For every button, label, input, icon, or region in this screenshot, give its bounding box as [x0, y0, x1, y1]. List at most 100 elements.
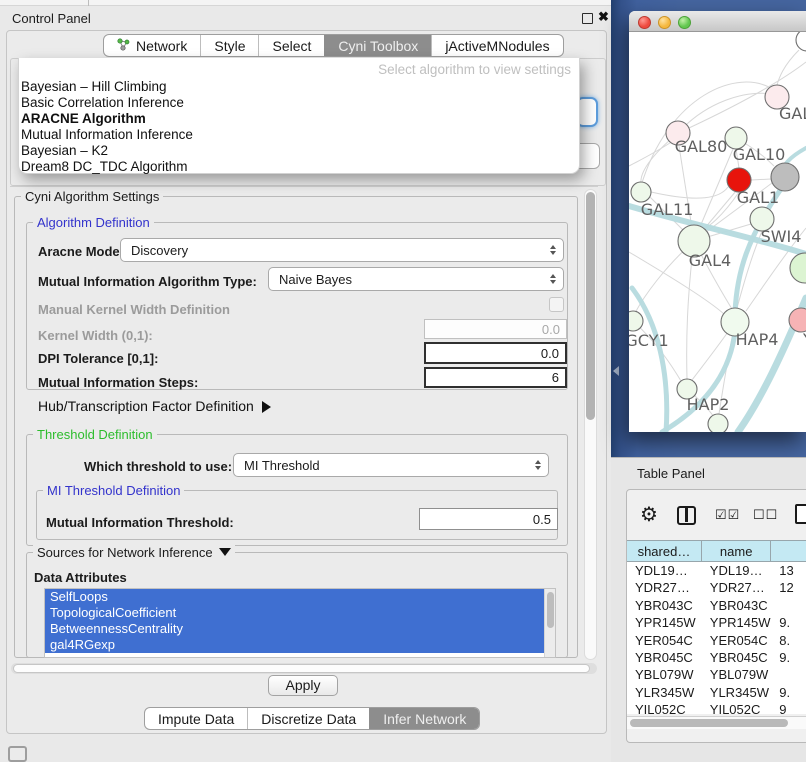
- attribute-list-scrollbar[interactable]: [544, 589, 555, 657]
- tab-discretize-data[interactable]: Discretize Data: [247, 708, 369, 729]
- table-row[interactable]: YPR145WYPR145W9.: [627, 614, 806, 631]
- tab-infer-network[interactable]: Infer Network: [369, 708, 479, 729]
- algorithm-option[interactable]: ARACNE Algorithm: [19, 111, 579, 127]
- manual-kernel-checkbox: [549, 297, 564, 312]
- algorithm-option[interactable]: Mutual Information Inference: [19, 127, 579, 143]
- algorithm-option-list: Bayesian – Hill ClimbingBasic Correlatio…: [19, 79, 579, 175]
- table-cell: YDL19…: [702, 562, 772, 579]
- table-row[interactable]: YIL052CYIL052C9: [627, 701, 806, 714]
- which-threshold-combo[interactable]: MI Threshold: [233, 453, 549, 477]
- table-cell: 9: [771, 701, 806, 714]
- network-node[interactable]: [708, 414, 728, 432]
- splitter-collapse-icon[interactable]: [613, 366, 619, 376]
- kernel-width-value: 0.0: [542, 322, 560, 337]
- app-toolbar-edge: [0, 0, 612, 6]
- mi-threshold-group-title: MI Threshold Definition: [43, 483, 184, 498]
- float-panel-icon[interactable]: [582, 13, 593, 24]
- network-window-titlebar[interactable]: [629, 11, 806, 32]
- scrollbar-thumb[interactable]: [630, 719, 788, 727]
- table-cell: YDR27…: [702, 579, 772, 596]
- network-node[interactable]: [631, 182, 651, 202]
- spinner-arrows-icon: [550, 245, 556, 255]
- tab-style[interactable]: Style: [200, 35, 258, 56]
- tab-jactivemnodules[interactable]: jActiveMNodules: [431, 35, 562, 56]
- table-cell: YLR345W: [702, 684, 772, 701]
- scrollbar-thumb[interactable]: [547, 592, 554, 628]
- attribute-item-selected[interactable]: BetweennessCentrality: [45, 621, 555, 637]
- column-layout-icon[interactable]: [677, 506, 696, 525]
- table-row[interactable]: YBL079WYBL079W: [627, 666, 806, 683]
- sources-title-text: Sources for Network Inference: [37, 545, 213, 560]
- table-cell: 12: [771, 579, 806, 596]
- scrollbar-thumb[interactable]: [586, 192, 595, 420]
- algorithm-option[interactable]: Bayesian – K2: [19, 143, 579, 159]
- table-cell: YPR145W: [627, 614, 702, 631]
- algorithm-dropdown-hint: Select algorithm to view settings: [19, 61, 579, 79]
- algorithm-option[interactable]: Basic Correlation Inference: [19, 95, 579, 111]
- dpi-tolerance-field[interactable]: 0.0: [424, 342, 567, 364]
- table-cell: 9.: [771, 614, 806, 631]
- control-panel-header: Control Panel ✖: [0, 7, 612, 30]
- tab-select[interactable]: Select: [258, 35, 324, 56]
- attribute-item-selected[interactable]: gal4RGexp: [45, 637, 555, 653]
- spinner-arrows-icon: [535, 460, 541, 470]
- mi-threshold-field[interactable]: 0.5: [419, 508, 558, 530]
- tab-label: Cyni Toolbox: [338, 38, 418, 54]
- column-header-shared-name[interactable]: shared…: [627, 541, 702, 561]
- algorithm-option[interactable]: Dream8 DC_TDC Algorithm: [19, 159, 579, 175]
- which-threshold-label: Which threshold to use:: [84, 459, 232, 474]
- algorithm-definition-title: Algorithm Definition: [33, 215, 154, 230]
- deselect-checkboxes-icon[interactable]: ☐☐: [753, 507, 778, 523]
- table-row[interactable]: YDL19…YDL19…13: [627, 562, 806, 579]
- apply-button[interactable]: Apply: [268, 675, 338, 696]
- table-cell: YBR045C: [627, 649, 702, 666]
- mi-type-label: Mutual Information Algorithm Type:: [38, 274, 257, 289]
- table-row[interactable]: YBR043CYBR043C: [627, 597, 806, 614]
- column-header-name[interactable]: name: [702, 541, 772, 561]
- table-cell: YIL052C: [702, 701, 772, 714]
- mi-type-combo[interactable]: Naive Bayes: [268, 267, 564, 291]
- select-all-checkboxes-icon[interactable]: ☑☑: [715, 507, 740, 523]
- table-horizontal-scrollbar[interactable]: [627, 716, 806, 729]
- settings-horizontal-scrollbar[interactable]: [11, 663, 597, 674]
- minimize-window-icon[interactable]: [658, 16, 671, 29]
- aracne-mode-combo[interactable]: Discovery: [120, 238, 564, 262]
- close-window-icon[interactable]: [638, 16, 651, 29]
- table-row[interactable]: YLR345WYLR345W9.: [627, 684, 806, 701]
- network-node[interactable]: [796, 32, 806, 51]
- tab-cyni-toolbox[interactable]: Cyni Toolbox: [324, 35, 431, 56]
- zoom-window-icon[interactable]: [678, 16, 691, 29]
- new-table-icon[interactable]: [795, 504, 806, 524]
- algorithm-option[interactable]: Bayesian – Hill Climbing: [19, 79, 579, 95]
- table-cell: 8.: [771, 632, 806, 649]
- settings-vertical-scrollbar[interactable]: [584, 189, 597, 660]
- network-node-label: HAP4: [736, 330, 779, 349]
- cyni-mode-tabbar: Impute DataDiscretize DataInfer Network: [144, 707, 480, 730]
- attribute-item-selected[interactable]: SelfLoops: [45, 589, 555, 605]
- table-cell: YER054C: [627, 632, 702, 649]
- table-row[interactable]: YER054CYER054C8.: [627, 632, 806, 649]
- mi-steps-field[interactable]: 6: [424, 367, 567, 388]
- mi-type-value: Naive Bayes: [279, 272, 352, 287]
- control-panel-title: Control Panel: [12, 11, 91, 26]
- network-canvas[interactable]: GALGAL80GAL10GAL1GAL11SWI4GAL4GCY1HAP4YH…: [629, 32, 806, 432]
- tab-network[interactable]: Network: [104, 35, 200, 56]
- network-node[interactable]: [771, 163, 799, 191]
- close-panel-icon[interactable]: ✖: [598, 9, 609, 25]
- hub-definition-expander[interactable]: Hub/Transcription Factor Definition: [38, 398, 271, 414]
- table-row[interactable]: YDR27…YDR27…12: [627, 579, 806, 596]
- minimized-panel-icon[interactable]: [8, 746, 27, 762]
- table-row[interactable]: YBR045CYBR045C9.: [627, 649, 806, 666]
- gear-icon[interactable]: ⚙: [640, 502, 658, 527]
- column-header-extra[interactable]: [771, 541, 806, 561]
- scrollbar-thumb[interactable]: [13, 664, 590, 673]
- tab-impute-data[interactable]: Impute Data: [145, 708, 247, 729]
- mi-threshold-label: Mutual Information Threshold:: [46, 515, 234, 530]
- table-cell: 9.: [771, 684, 806, 701]
- network-window[interactable]: GALGAL80GAL10GAL1GAL11SWI4GAL4GCY1HAP4YH…: [629, 11, 806, 432]
- network-edge: [629, 139, 676, 166]
- sources-group-title[interactable]: Sources for Network Inference: [33, 545, 235, 560]
- attribute-item-selected[interactable]: TopologicalCoefficient: [45, 605, 555, 621]
- network-node[interactable]: [790, 253, 806, 283]
- table-panel: Table Panel ⚙ ☑☑ ☐☐ shared… name YDL19…Y…: [611, 457, 806, 762]
